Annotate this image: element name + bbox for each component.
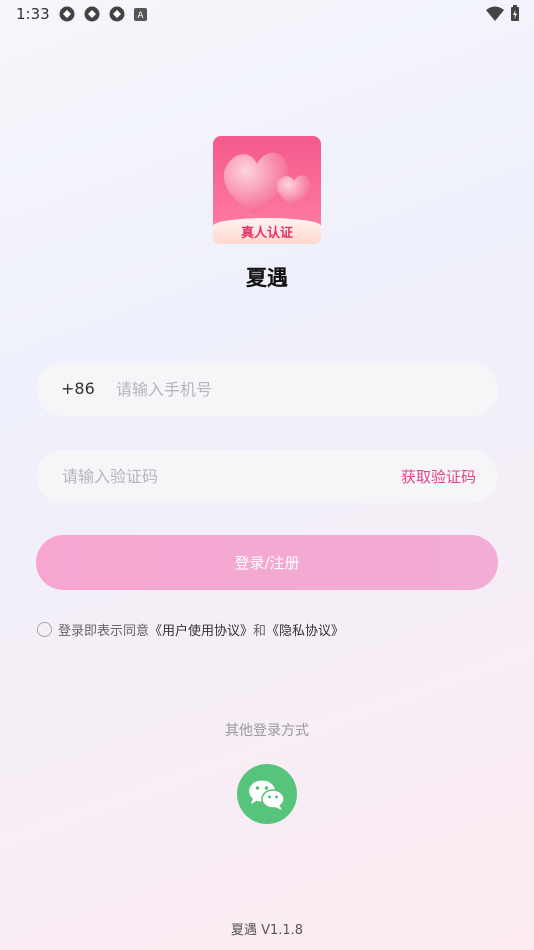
app-logo: 真人认证 bbox=[213, 136, 321, 244]
phone-input[interactable] bbox=[116, 363, 476, 416]
agreement-checkbox[interactable] bbox=[37, 622, 52, 637]
battery-icon bbox=[511, 5, 519, 21]
phone-field: +86 bbox=[36, 363, 498, 416]
status-time: 1:33 bbox=[16, 5, 50, 23]
version-label: 夏遇 V1.1.8 bbox=[230, 923, 304, 938]
svg-text:A: A bbox=[137, 11, 144, 21]
code-input[interactable] bbox=[62, 450, 362, 503]
logo-badge: 真人认证 bbox=[213, 218, 321, 244]
agreement-row: 登录即表示同意 《用户使用协议》 和 《隐私协议》 bbox=[37, 620, 344, 639]
agreement-prefix: 登录即表示同意 bbox=[58, 624, 150, 639]
sync-icon bbox=[84, 6, 100, 22]
status-bar: 1:33 A bbox=[0, 0, 534, 30]
sync-icon bbox=[59, 6, 75, 22]
code-field: 获取验证码 bbox=[36, 450, 498, 503]
other-login-label: 其他登录方式 bbox=[225, 723, 309, 739]
wifi-icon bbox=[486, 6, 504, 21]
login-button[interactable]: 登录/注册 bbox=[36, 535, 498, 590]
wechat-icon bbox=[249, 780, 285, 810]
agreement-and: 和 bbox=[253, 624, 267, 639]
country-code[interactable]: +86 bbox=[61, 379, 95, 398]
privacy-link[interactable]: 《隐私协议》 bbox=[266, 620, 344, 639]
wechat-login-button[interactable] bbox=[237, 764, 297, 824]
sync-icon bbox=[109, 6, 125, 22]
get-code-button[interactable]: 获取验证码 bbox=[401, 466, 476, 487]
user-agreement-link[interactable]: 《用户使用协议》 bbox=[149, 620, 253, 639]
app-icon: A bbox=[134, 8, 147, 21]
app-name: 夏遇 bbox=[246, 266, 288, 290]
